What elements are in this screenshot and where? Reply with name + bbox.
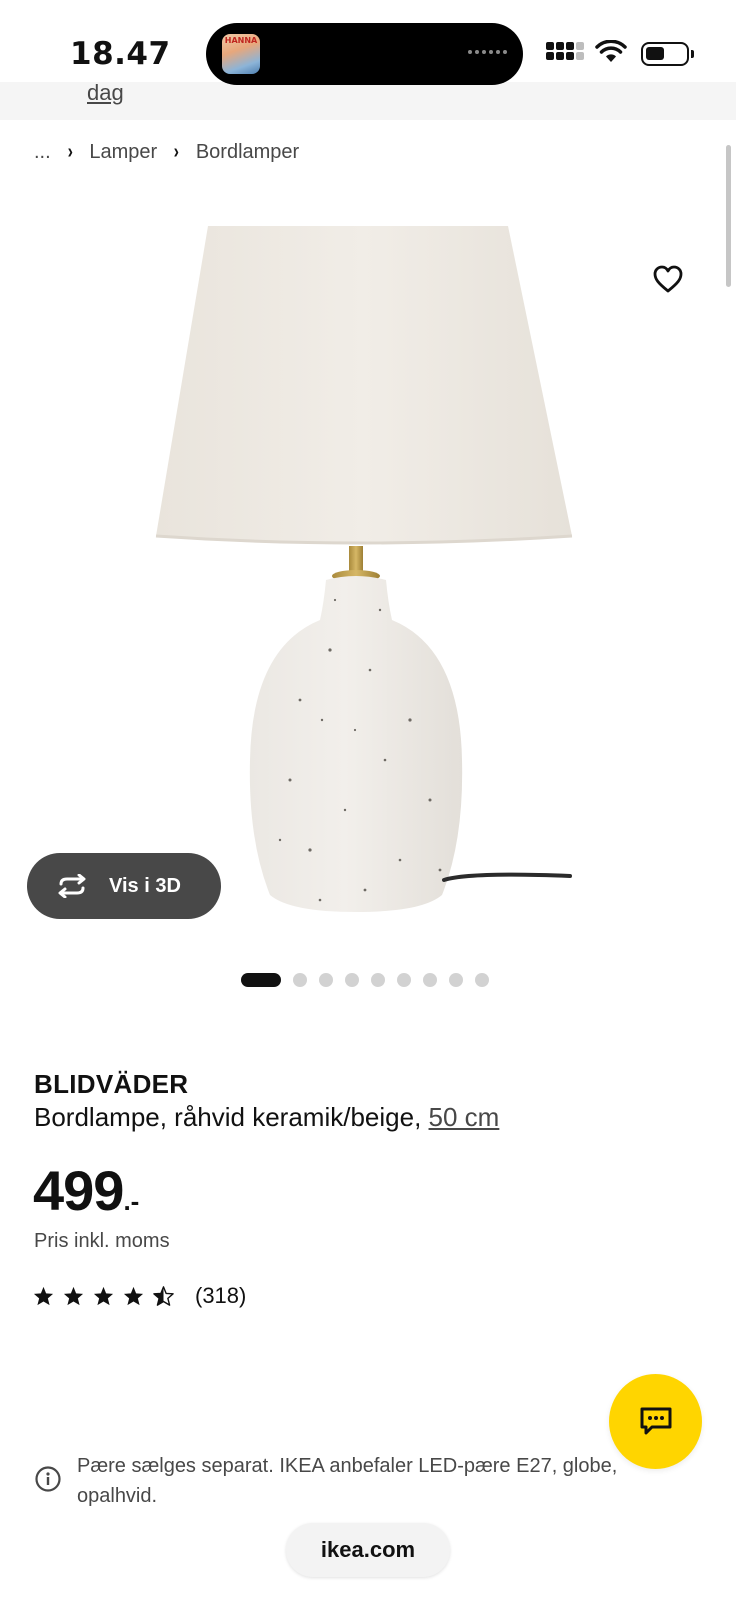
view-in-3d-label: Vis i 3D: [109, 874, 181, 897]
review-count: (318): [195, 1283, 247, 1308]
pagination-dot[interactable]: [371, 973, 385, 987]
chevron-right-icon: ›: [67, 141, 73, 163]
dynamic-island[interactable]: HANNA: [206, 23, 523, 85]
star-half-icon: [153, 1286, 174, 1306]
chevron-right-icon: ›: [173, 141, 180, 163]
rotate-3d-icon: [58, 874, 86, 898]
pagination-dot[interactable]: [319, 973, 333, 987]
size-link[interactable]: 50 cm: [429, 1102, 500, 1132]
image-pagination: [241, 973, 489, 987]
heart-icon: [653, 265, 683, 293]
pagination-dot[interactable]: [293, 973, 307, 987]
browser-address-bar[interactable]: ikea.com: [286, 1523, 450, 1577]
wifi-icon: [595, 40, 627, 62]
pagination-dot-active[interactable]: [241, 973, 281, 987]
product-image[interactable]: [140, 200, 590, 940]
pagination-dot[interactable]: [449, 973, 463, 987]
audio-indicator-icon: [468, 50, 507, 54]
product-description-text: Bordlampe, råhvid keramik/beige,: [34, 1102, 429, 1132]
status-time: 18.47: [70, 36, 171, 72]
vat-note: Pris inkl. moms: [34, 1230, 170, 1252]
breadcrumb-lamper[interactable]: Lamper: [89, 141, 157, 164]
breadcrumb-bordlamper[interactable]: Bordlamper: [196, 141, 299, 164]
top-banner-link[interactable]: dag: [87, 82, 124, 106]
chat-icon: [640, 1407, 671, 1434]
view-in-3d-button[interactable]: Vis i 3D: [27, 853, 221, 919]
pagination-dot[interactable]: [475, 973, 489, 987]
star-full-icon: [33, 1286, 54, 1306]
star-full-icon: [123, 1286, 144, 1306]
bulb-notice: Pære sælges separat. IKEA anbefaler LED-…: [34, 1451, 674, 1511]
product-name: BLIDVÄDER: [34, 1069, 189, 1099]
breadcrumb: ... › Lamper › Bordlamper: [34, 141, 299, 164]
add-to-favourites-button[interactable]: [645, 256, 691, 302]
bulb-notice-text: Pære sælges separat. IKEA anbefaler LED-…: [77, 1455, 618, 1507]
info-icon: [35, 1466, 61, 1492]
breadcrumb-more[interactable]: ...: [34, 141, 51, 164]
product-price: 499.-: [33, 1158, 139, 1223]
battery-icon: [641, 42, 694, 66]
scrollbar[interactable]: [726, 145, 731, 287]
pagination-dot[interactable]: [423, 973, 437, 987]
product-rating[interactable]: (318): [33, 1283, 246, 1309]
price-integer: 499: [33, 1159, 124, 1222]
pagination-dot[interactable]: [397, 973, 411, 987]
cellular-signal-icon: [546, 42, 584, 60]
pagination-dot[interactable]: [345, 973, 359, 987]
price-suffix: .-: [123, 1186, 140, 1216]
status-bar: 18.47 HANNA: [0, 0, 736, 85]
thumbnail-label: HANNA: [224, 36, 258, 45]
star-full-icon: [93, 1286, 114, 1306]
star-full-icon: [63, 1286, 84, 1306]
now-playing-thumbnail: HANNA: [222, 34, 260, 74]
product-description: Bordlampe, råhvid keramik/beige, 50 cm: [34, 1102, 499, 1133]
top-banner: dag: [0, 82, 736, 120]
